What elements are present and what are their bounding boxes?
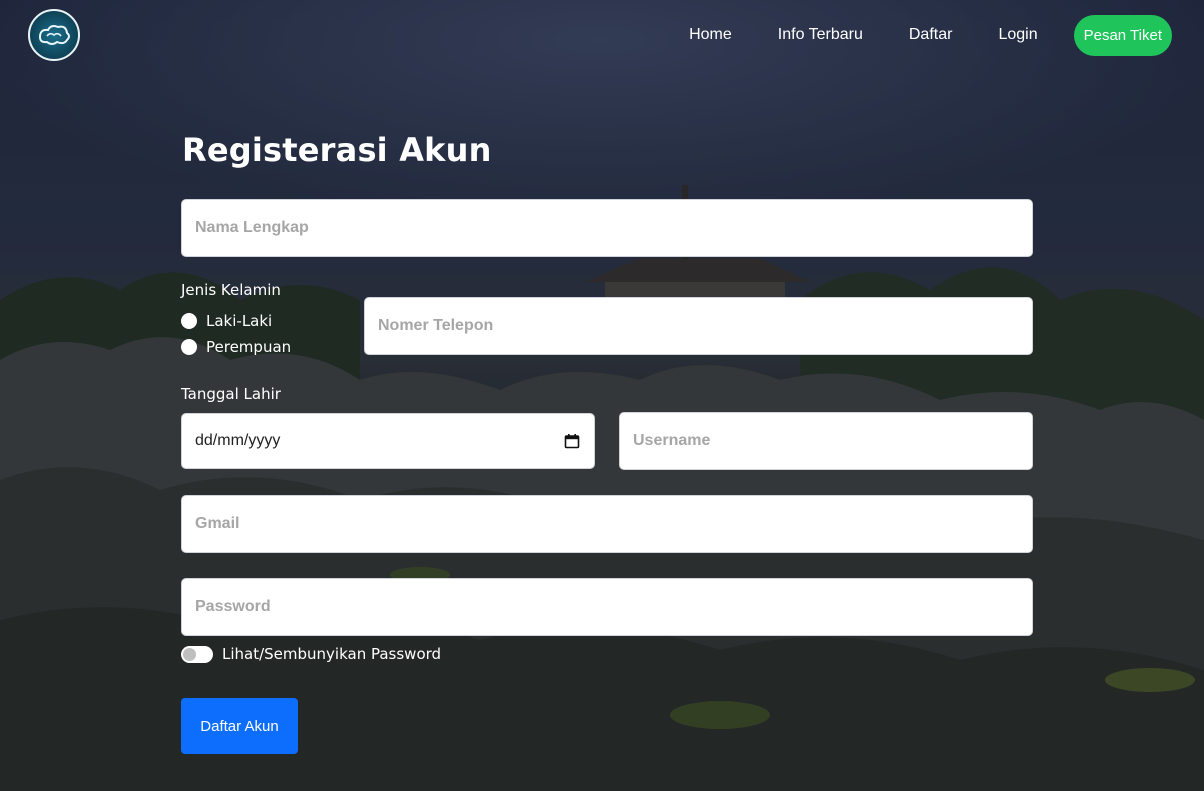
gmail-input[interactable]	[181, 495, 1033, 553]
radio-male-label: Laki-Laki	[206, 312, 273, 330]
radio-male[interactable]	[181, 313, 197, 329]
show-password-toggle-row: Lihat/Sembunyikan Password	[181, 645, 441, 663]
page-title: Registerasi Akun	[182, 131, 492, 169]
gender-option-female[interactable]: Perempuan	[181, 338, 291, 356]
full-name-input[interactable]	[181, 199, 1033, 257]
radio-female-label: Perempuan	[206, 338, 292, 356]
birth-date-placeholder: dd/mm/yyyy	[195, 432, 281, 449]
radio-female[interactable]	[181, 339, 197, 355]
username-input[interactable]	[619, 412, 1033, 470]
toggle-knob	[183, 647, 196, 661]
gender-label: Jenis Kelamin	[181, 281, 281, 299]
daftar-akun-button[interactable]: Daftar Akun	[181, 698, 298, 754]
batik-cloud-logo-icon[interactable]	[28, 9, 80, 61]
registration-form: Registerasi Akun Jenis Kelamin Laki-Laki…	[181, 0, 1033, 791]
phone-input[interactable]	[364, 297, 1033, 355]
show-password-label: Lihat/Sembunyikan Password	[222, 645, 442, 663]
birth-date-label: Tanggal Lahir	[181, 385, 281, 403]
password-input[interactable]	[181, 578, 1033, 636]
show-password-toggle[interactable]	[181, 645, 213, 663]
gender-option-male[interactable]: Laki-Laki	[181, 312, 272, 330]
birth-date-input[interactable]: dd/mm/yyyy	[181, 413, 595, 469]
pesan-tiket-button[interactable]: Pesan Tiket	[1073, 14, 1172, 56]
calendar-icon[interactable]	[564, 433, 580, 449]
